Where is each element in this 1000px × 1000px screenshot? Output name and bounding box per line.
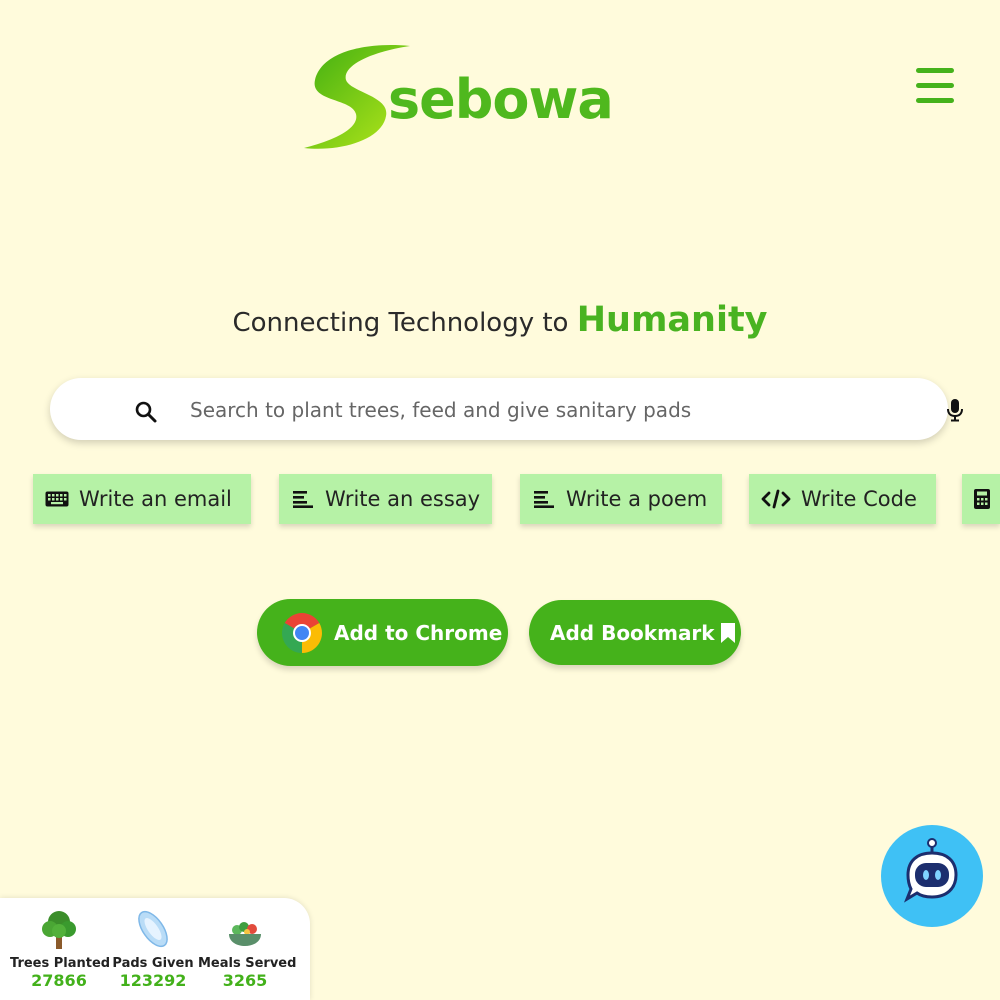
- microphone-icon[interactable]: [946, 398, 964, 422]
- search-input[interactable]: [188, 390, 892, 430]
- chatbot-button[interactable]: [881, 825, 983, 927]
- stat-pads: Pads Given 123292: [112, 908, 194, 990]
- tagline-highlight: Humanity: [576, 300, 768, 340]
- align-left-icon: [532, 487, 556, 511]
- robot-chat-icon: [903, 838, 958, 903]
- align-left-icon: [291, 487, 315, 511]
- add-to-chrome-button[interactable]: Add to Chrome: [257, 599, 508, 666]
- impact-counter: Trees Planted 27866 Pads Given 123292 Me…: [0, 898, 310, 1000]
- code-icon: [761, 487, 791, 511]
- chip-label: Write an essay: [325, 487, 481, 511]
- salad-bowl-icon: [229, 922, 261, 946]
- chip-label: Write an email: [79, 487, 232, 511]
- tagline-prefix: Connecting Technology to: [232, 308, 569, 338]
- chip-write-essay[interactable]: Write an essay: [279, 474, 492, 524]
- stat-trees: Trees Planted 27866: [10, 908, 111, 990]
- bookmark-icon: [720, 622, 735, 643]
- stat-meals: Meals Served 3265: [198, 908, 297, 990]
- chip-label: Write Code: [801, 487, 917, 511]
- stat-value: 27866: [31, 971, 87, 990]
- stat-label: Meals Served: [198, 956, 297, 971]
- add-to-chrome-label: Add to Chrome: [334, 620, 503, 645]
- sanitary-pad-icon: [138, 910, 168, 948]
- add-bookmark-label: Add Bookmark: [550, 620, 715, 645]
- chip-label: Write a poem: [566, 487, 708, 511]
- stat-label: Trees Planted: [10, 956, 111, 971]
- hamburger-menu-icon[interactable]: [916, 68, 954, 104]
- tagline: Connecting Technology to Humanity: [0, 300, 1000, 340]
- tree-icon: [42, 911, 76, 949]
- chip-write-email[interactable]: Write an email: [33, 474, 251, 524]
- chip-calculator[interactable]: [962, 474, 1000, 524]
- add-bookmark-button[interactable]: Add Bookmark: [529, 600, 741, 665]
- chrome-icon: [282, 612, 322, 653]
- chip-write-code[interactable]: Write Code: [749, 474, 936, 524]
- sebowa-logo[interactable]: sebowa: [300, 40, 645, 155]
- calculator-icon: [974, 487, 990, 511]
- stat-value: 3265: [222, 971, 268, 990]
- search-bar: [50, 378, 963, 440]
- search-icon[interactable]: [134, 400, 158, 424]
- stat-label: Pads Given: [112, 956, 194, 971]
- chip-write-poem[interactable]: Write a poem: [520, 474, 722, 524]
- stat-value: 123292: [119, 971, 187, 990]
- keyboard-icon: [45, 487, 69, 511]
- logo-wordmark: sebowa: [388, 68, 614, 131]
